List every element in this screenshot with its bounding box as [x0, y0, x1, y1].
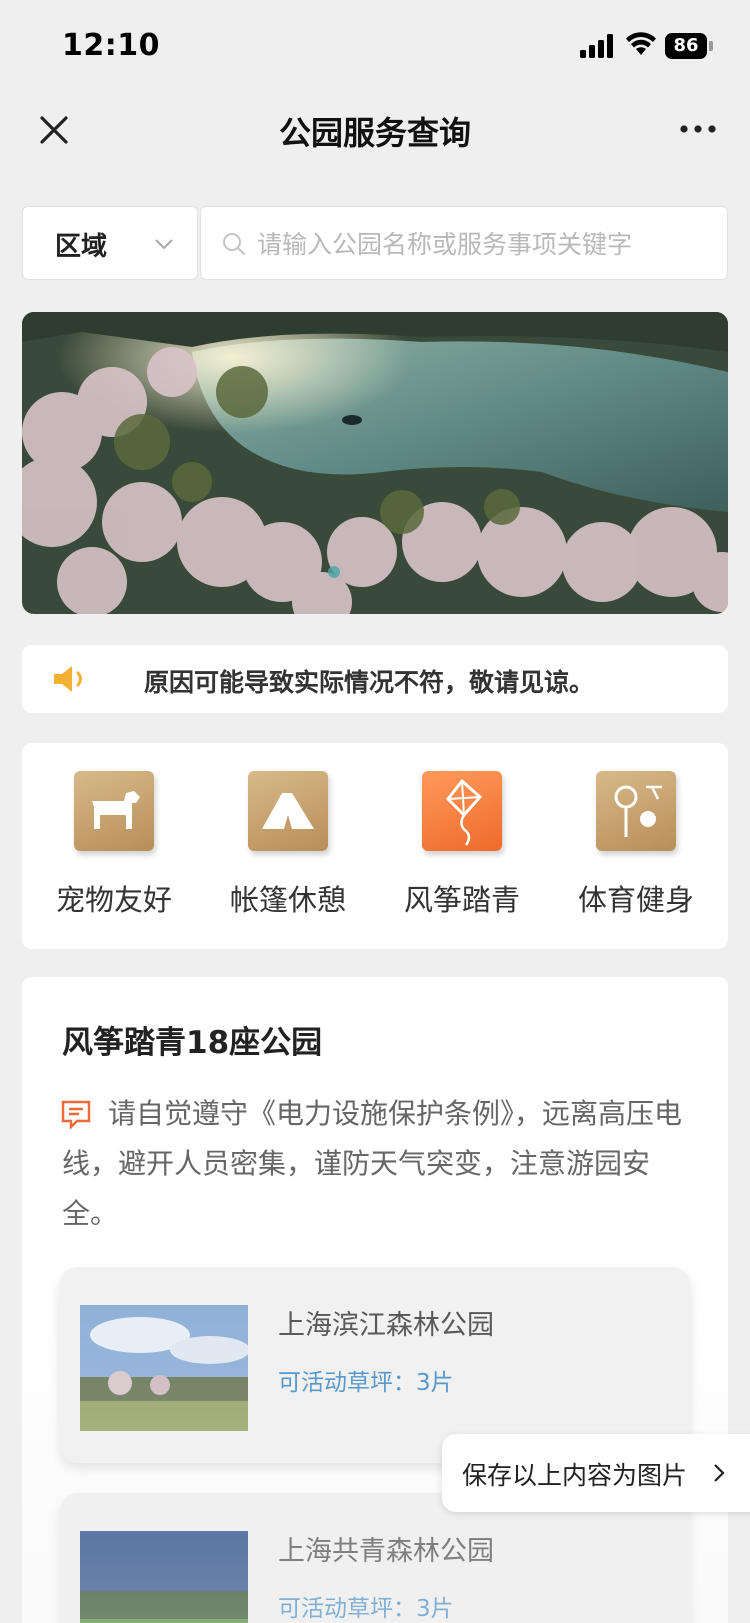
- search-input[interactable]: [257, 219, 717, 269]
- park-list-card: 风筝踏青18座公园 请自觉遵守《电力设施保护条例》，远离高压电线，避开人员密集，…: [22, 977, 728, 1623]
- chevron-right-icon: [714, 1464, 725, 1482]
- kite-icon: [422, 771, 502, 851]
- save-as-image-label: 保存以上内容为图片: [462, 1461, 688, 1490]
- park-name: 上海滨江森林公园: [278, 1310, 494, 1341]
- speaker-icon: [54, 666, 82, 692]
- service-tent-rest[interactable]: 帐篷休憩: [200, 771, 376, 931]
- list-heading: 风筝踏青18座公园: [62, 1025, 323, 1061]
- status-bar: 12:10 86: [0, 0, 750, 92]
- cellular-signal-icon: [580, 34, 613, 58]
- wifi-icon: [626, 32, 656, 55]
- dog-icon: [74, 771, 154, 851]
- service-label: 体育健身: [577, 883, 694, 917]
- service-pet-friendly[interactable]: 宠物友好: [26, 771, 202, 931]
- tent-icon: [248, 771, 328, 851]
- safety-tip: 请自觉遵守《电力设施保护条例》，远离高压电线，避开人员密集，谨防天气突变，注意游…: [62, 1097, 683, 1230]
- park-name: 上海共青森林公园: [278, 1536, 494, 1567]
- park-thumbnail: [80, 1531, 248, 1623]
- save-as-image-button[interactable]: 保存以上内容为图片: [442, 1434, 750, 1512]
- region-dropdown[interactable]: 区域: [22, 206, 198, 280]
- service-sports[interactable]: 体育健身: [548, 771, 724, 931]
- service-categories: 宠物友好 帐篷休憩 风筝踏青 体育健身: [22, 743, 728, 949]
- notice-bar[interactable]: 原因可能导致实际情况不符，敬请见谅。: [22, 645, 728, 713]
- service-label: 宠物友好: [55, 883, 172, 917]
- region-label: 区域: [55, 232, 108, 262]
- service-kite[interactable]: 风筝踏青: [374, 771, 550, 931]
- park-item[interactable]: 上海共青森林公园 可活动草坪：3片: [60, 1493, 690, 1623]
- nav-bar: 公园服务查询: [0, 92, 750, 176]
- battery-level: 86: [665, 33, 707, 59]
- park-lawn-count: 可活动草坪：3片: [278, 1370, 454, 1396]
- racket-icon: [596, 771, 676, 851]
- park-lake-photo: [22, 312, 728, 614]
- chevron-down-icon: [155, 239, 173, 250]
- park-lawn-count: 可活动草坪：3片: [278, 1596, 454, 1622]
- search-box[interactable]: [200, 206, 728, 280]
- service-label: 帐篷休憩: [229, 883, 346, 917]
- park-thumbnail: [80, 1305, 248, 1431]
- battery-icon: 86: [665, 33, 713, 59]
- search-icon: [223, 233, 245, 255]
- banner-image[interactable]: [22, 312, 728, 614]
- more-icon[interactable]: [678, 114, 718, 144]
- status-time: 12:10: [62, 28, 160, 63]
- notice-text: 原因可能导致实际情况不符，敬请见谅。: [144, 668, 595, 697]
- service-label: 风筝踏青: [403, 883, 520, 917]
- page-title: 公园服务查询: [278, 114, 471, 152]
